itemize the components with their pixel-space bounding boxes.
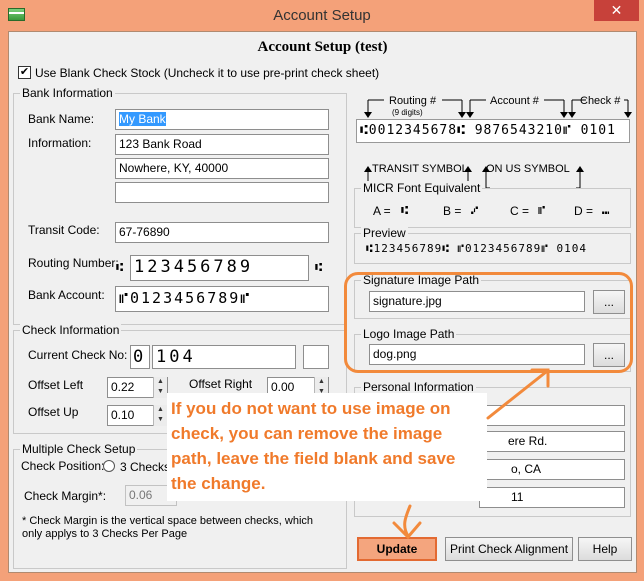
- account-setup-window: Account Setup ✕ Account Setup (test) ✔ U…: [0, 0, 644, 581]
- annotation-arrows: [392, 368, 550, 540]
